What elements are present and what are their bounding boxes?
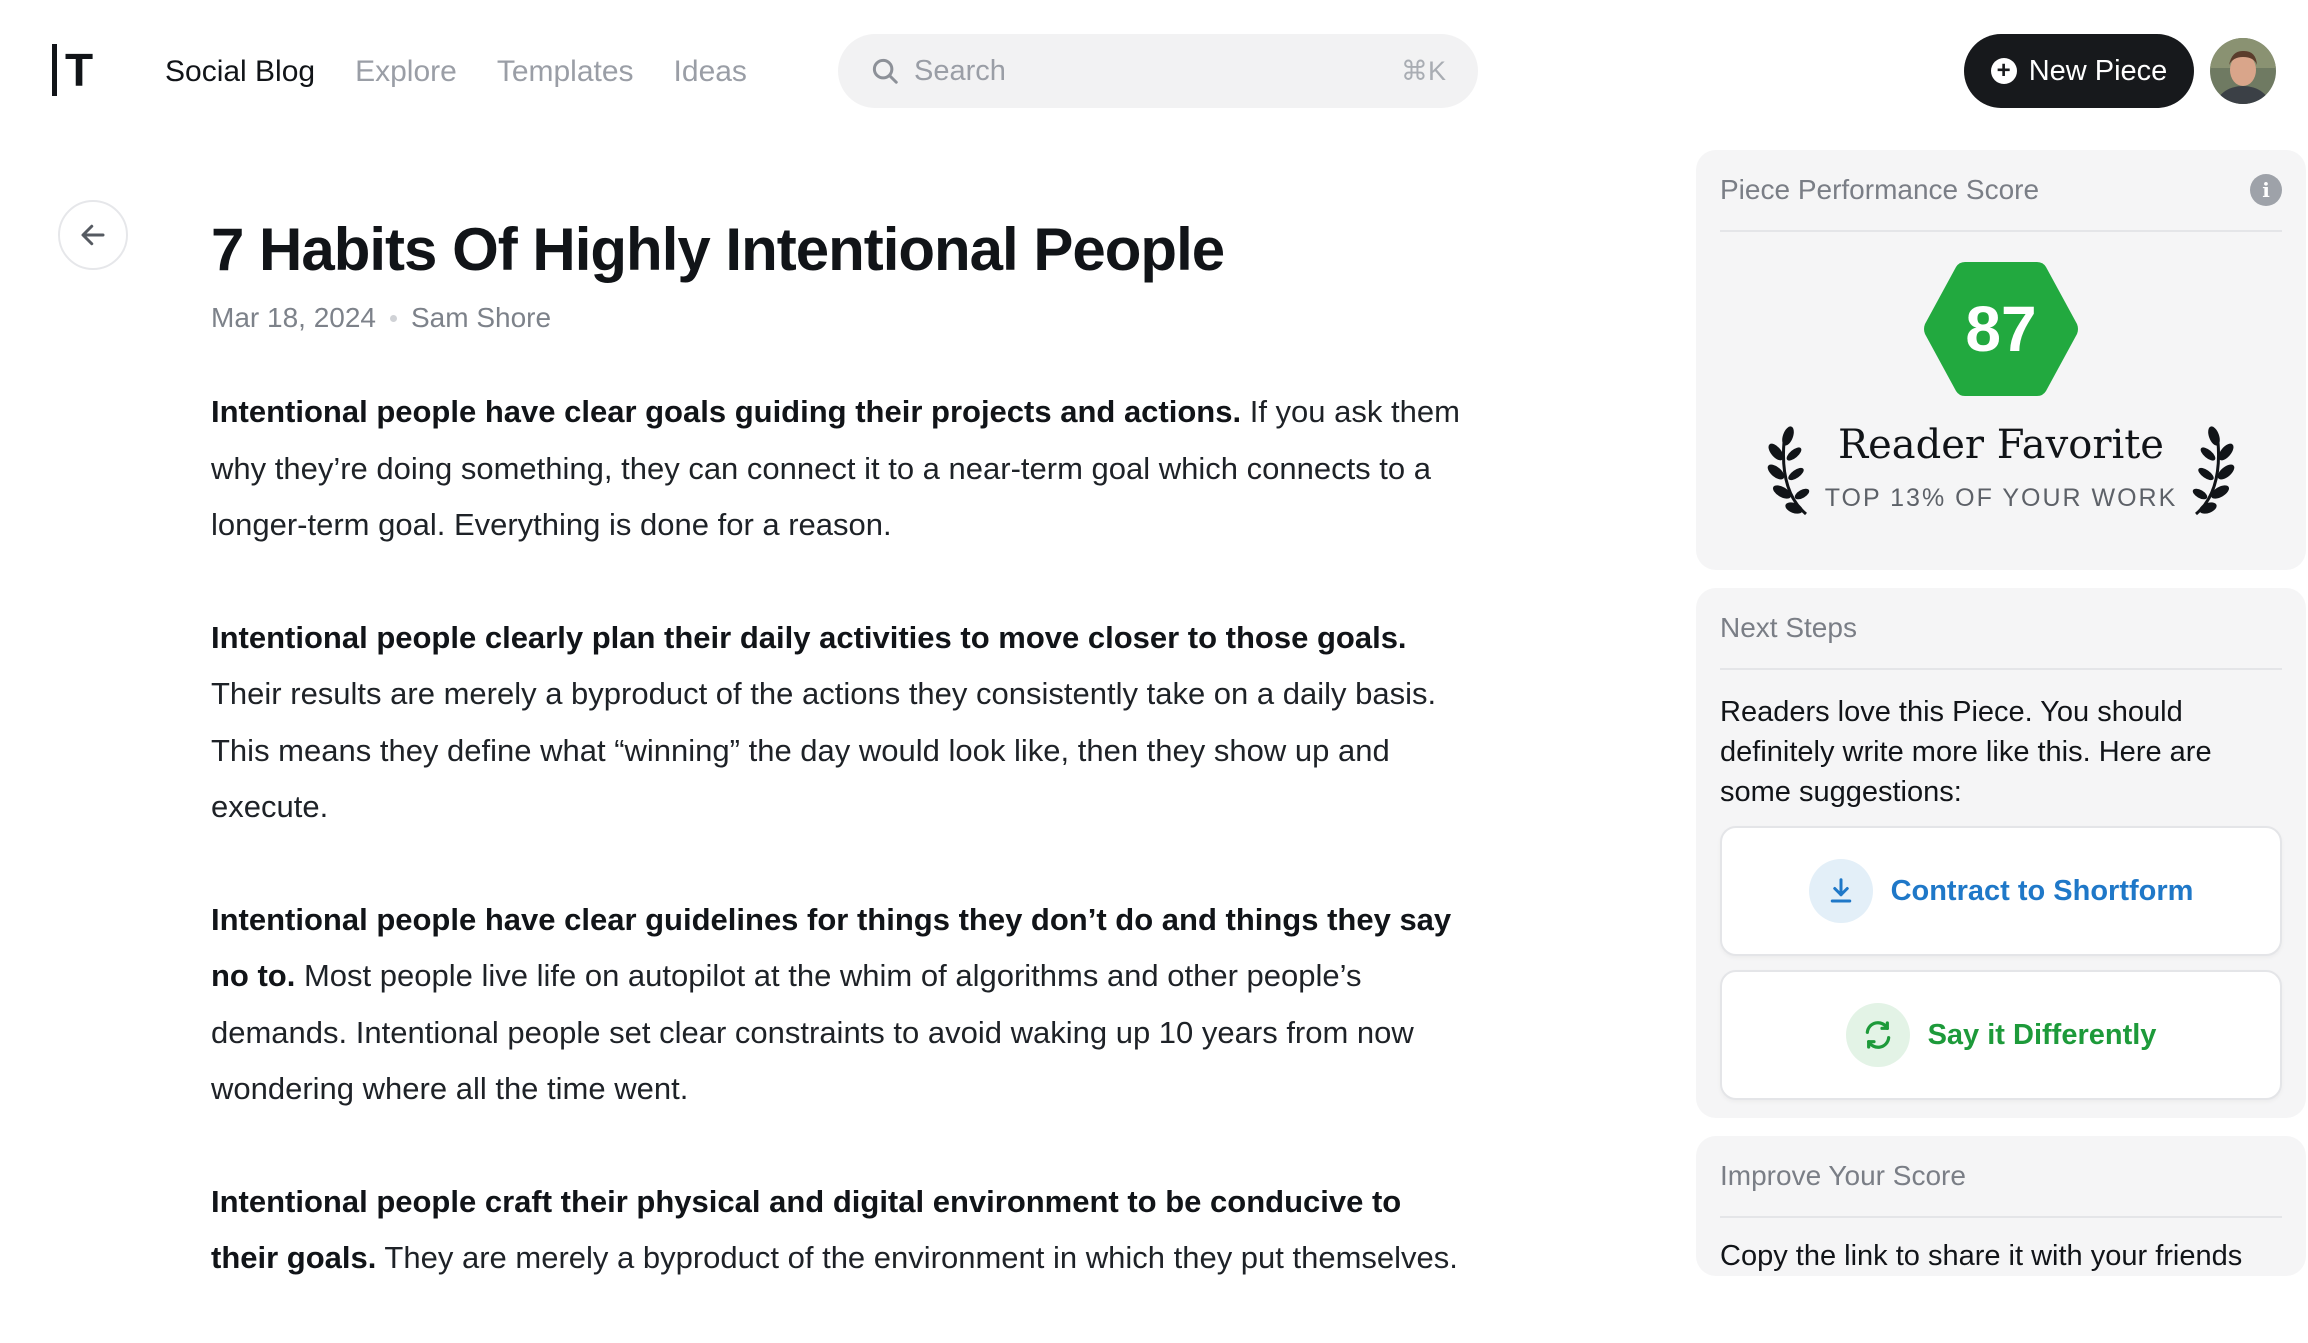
- say-it-differently-button[interactable]: Say it Differently: [1720, 970, 2282, 1100]
- back-button[interactable]: [58, 200, 128, 270]
- app-logo[interactable]: T: [52, 44, 100, 96]
- new-piece-label: New Piece: [2028, 54, 2168, 87]
- nav-item-templates[interactable]: Templates: [497, 55, 634, 89]
- user-avatar[interactable]: [2210, 38, 2276, 104]
- improve-score-header: Improve Your Score: [1720, 1136, 2282, 1218]
- score-badge: 87: [1921, 258, 2081, 400]
- article-title: 7 Habits Of Highly Intentional People: [211, 216, 1225, 283]
- search-icon: [872, 58, 898, 84]
- paragraph-lead: Intentional people have clear goals guid…: [211, 394, 1242, 429]
- new-piece-button[interactable]: + New Piece: [1964, 34, 2194, 108]
- nav-item-ideas[interactable]: Ideas: [674, 55, 747, 89]
- article: 7 Habits Of Highly Intentional People Ma…: [211, 210, 1471, 1343]
- search-shortcut-hint: ⌘K: [1400, 55, 1446, 86]
- improve-score-card: Improve Your Score Copy the link to shar…: [1696, 1136, 2306, 1276]
- avatar-image: [2210, 38, 2276, 104]
- article-paragraph: Intentional people clearly plan their da…: [211, 610, 1471, 836]
- logo-letter: T: [65, 44, 94, 96]
- next-steps-description: Readers love this Piece. You should defi…: [1720, 696, 2212, 808]
- article-paragraph: Intentional people craft their physical …: [211, 1174, 1471, 1287]
- say-it-differently-label: Say it Differently: [1927, 1018, 2157, 1051]
- article-paragraph: Intentional people have clear guidelines…: [211, 892, 1471, 1118]
- article-date: Mar 18, 2024: [211, 302, 376, 333]
- improve-score-text: Copy the link to share it with your frie…: [1720, 1240, 2243, 1272]
- performance-card-header: Piece Performance Score i: [1720, 150, 2282, 232]
- refresh-icon: [1845, 1003, 1910, 1067]
- meta-separator-dot: [390, 314, 397, 322]
- performance-heading: Piece Performance Score: [1720, 174, 2040, 205]
- search-input[interactable]: [914, 54, 1401, 88]
- contract-to-shortform-button[interactable]: Contract to Shortform: [1720, 826, 2282, 956]
- logo-cursor-bar: [52, 44, 57, 96]
- nav-item-explore[interactable]: Explore: [355, 55, 457, 89]
- paragraph-text: They are merely a byproduct of the envir…: [376, 1240, 1458, 1275]
- contract-to-shortform-label: Contract to Shortform: [1890, 874, 2194, 907]
- performance-score-card: Piece Performance Score i 87 Reader Favo…: [1696, 150, 2306, 570]
- next-steps-card: Next Steps Readers love this Piece. You …: [1696, 588, 2306, 1118]
- search-bar[interactable]: ⌘K: [838, 34, 1478, 108]
- improve-score-heading: Improve Your Score: [1720, 1160, 1966, 1191]
- top-bar: T Social Blog Explore Templates Ideas ⌘K…: [0, 0, 2308, 142]
- article-body: Intentional people have clear goals guid…: [211, 384, 1471, 1287]
- article-paragraph: Intentional people have clear goals guid…: [211, 384, 1471, 554]
- next-steps-header: Next Steps: [1720, 588, 2282, 670]
- plus-circle-icon: +: [1990, 58, 2017, 84]
- score-value: 87: [1965, 293, 2037, 365]
- laurel-right-icon: [2192, 426, 2235, 516]
- paragraph-text: Most people live life on autopilot at th…: [211, 958, 1414, 1106]
- paragraph-text: Their results are merely a byproduct of …: [211, 676, 1437, 824]
- main-nav: Social Blog Explore Templates Ideas: [165, 48, 747, 96]
- article-author[interactable]: Sam Shore: [411, 302, 551, 334]
- next-steps-heading: Next Steps: [1720, 612, 1857, 643]
- arrow-left-icon: [81, 224, 105, 246]
- paragraph-lead: Intentional people clearly plan their da…: [211, 619, 1407, 655]
- info-icon[interactable]: i: [2250, 174, 2282, 206]
- download-icon: [1808, 859, 1873, 923]
- article-meta: Mar 18, 2024 Sam Shore: [211, 302, 1471, 334]
- nav-item-social-blog[interactable]: Social Blog: [165, 55, 315, 89]
